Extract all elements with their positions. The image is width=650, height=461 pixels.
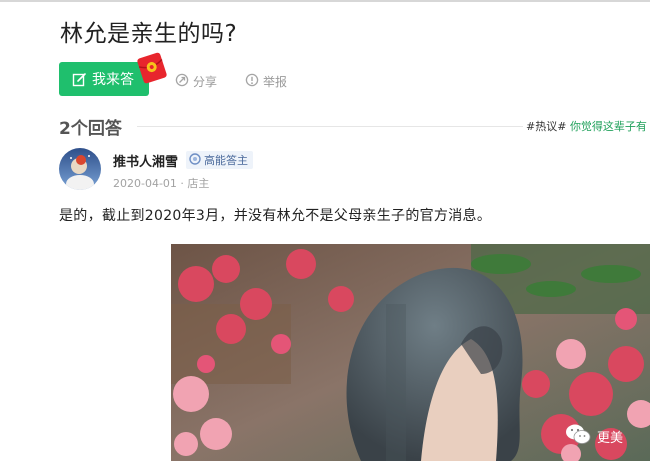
author-avatar[interactable]	[59, 148, 101, 190]
hashtag-label: #热议#	[526, 120, 567, 133]
watermark: 更美	[565, 423, 623, 449]
topic-text: 你觉得这辈子有	[569, 120, 647, 133]
answer-meta: 2020-04-01 · 店主	[113, 177, 210, 190]
badge-label: 高能答主	[204, 154, 248, 167]
medal-icon	[189, 152, 201, 169]
author-badge: 高能答主	[186, 151, 253, 169]
answer-count: 2个回答	[59, 119, 122, 139]
report-action[interactable]: 举报	[245, 73, 287, 90]
section-divider	[137, 126, 523, 127]
share-label: 分享	[193, 75, 218, 89]
answer-button[interactable]: 我来答	[59, 62, 149, 96]
share-action[interactable]: 分享	[175, 73, 217, 90]
edit-icon	[72, 72, 87, 87]
report-icon	[245, 73, 259, 90]
watermark-label: 更美	[597, 430, 624, 446]
share-icon	[175, 73, 189, 90]
wechat-icon	[565, 423, 591, 449]
top-divider	[0, 0, 650, 2]
report-label: 举报	[263, 75, 288, 89]
question-title: 林允是亲生的吗?	[60, 21, 238, 47]
answer-button-label: 我来答	[92, 72, 134, 88]
hot-topic-link[interactable]: #热议# 你觉得这辈子有	[526, 118, 647, 134]
answer-text: 是的，截止到2020年3月，并没有林允不是父母亲生子的官方消息。	[59, 208, 492, 224]
author-name[interactable]: 推书人湘雪	[113, 151, 178, 170]
